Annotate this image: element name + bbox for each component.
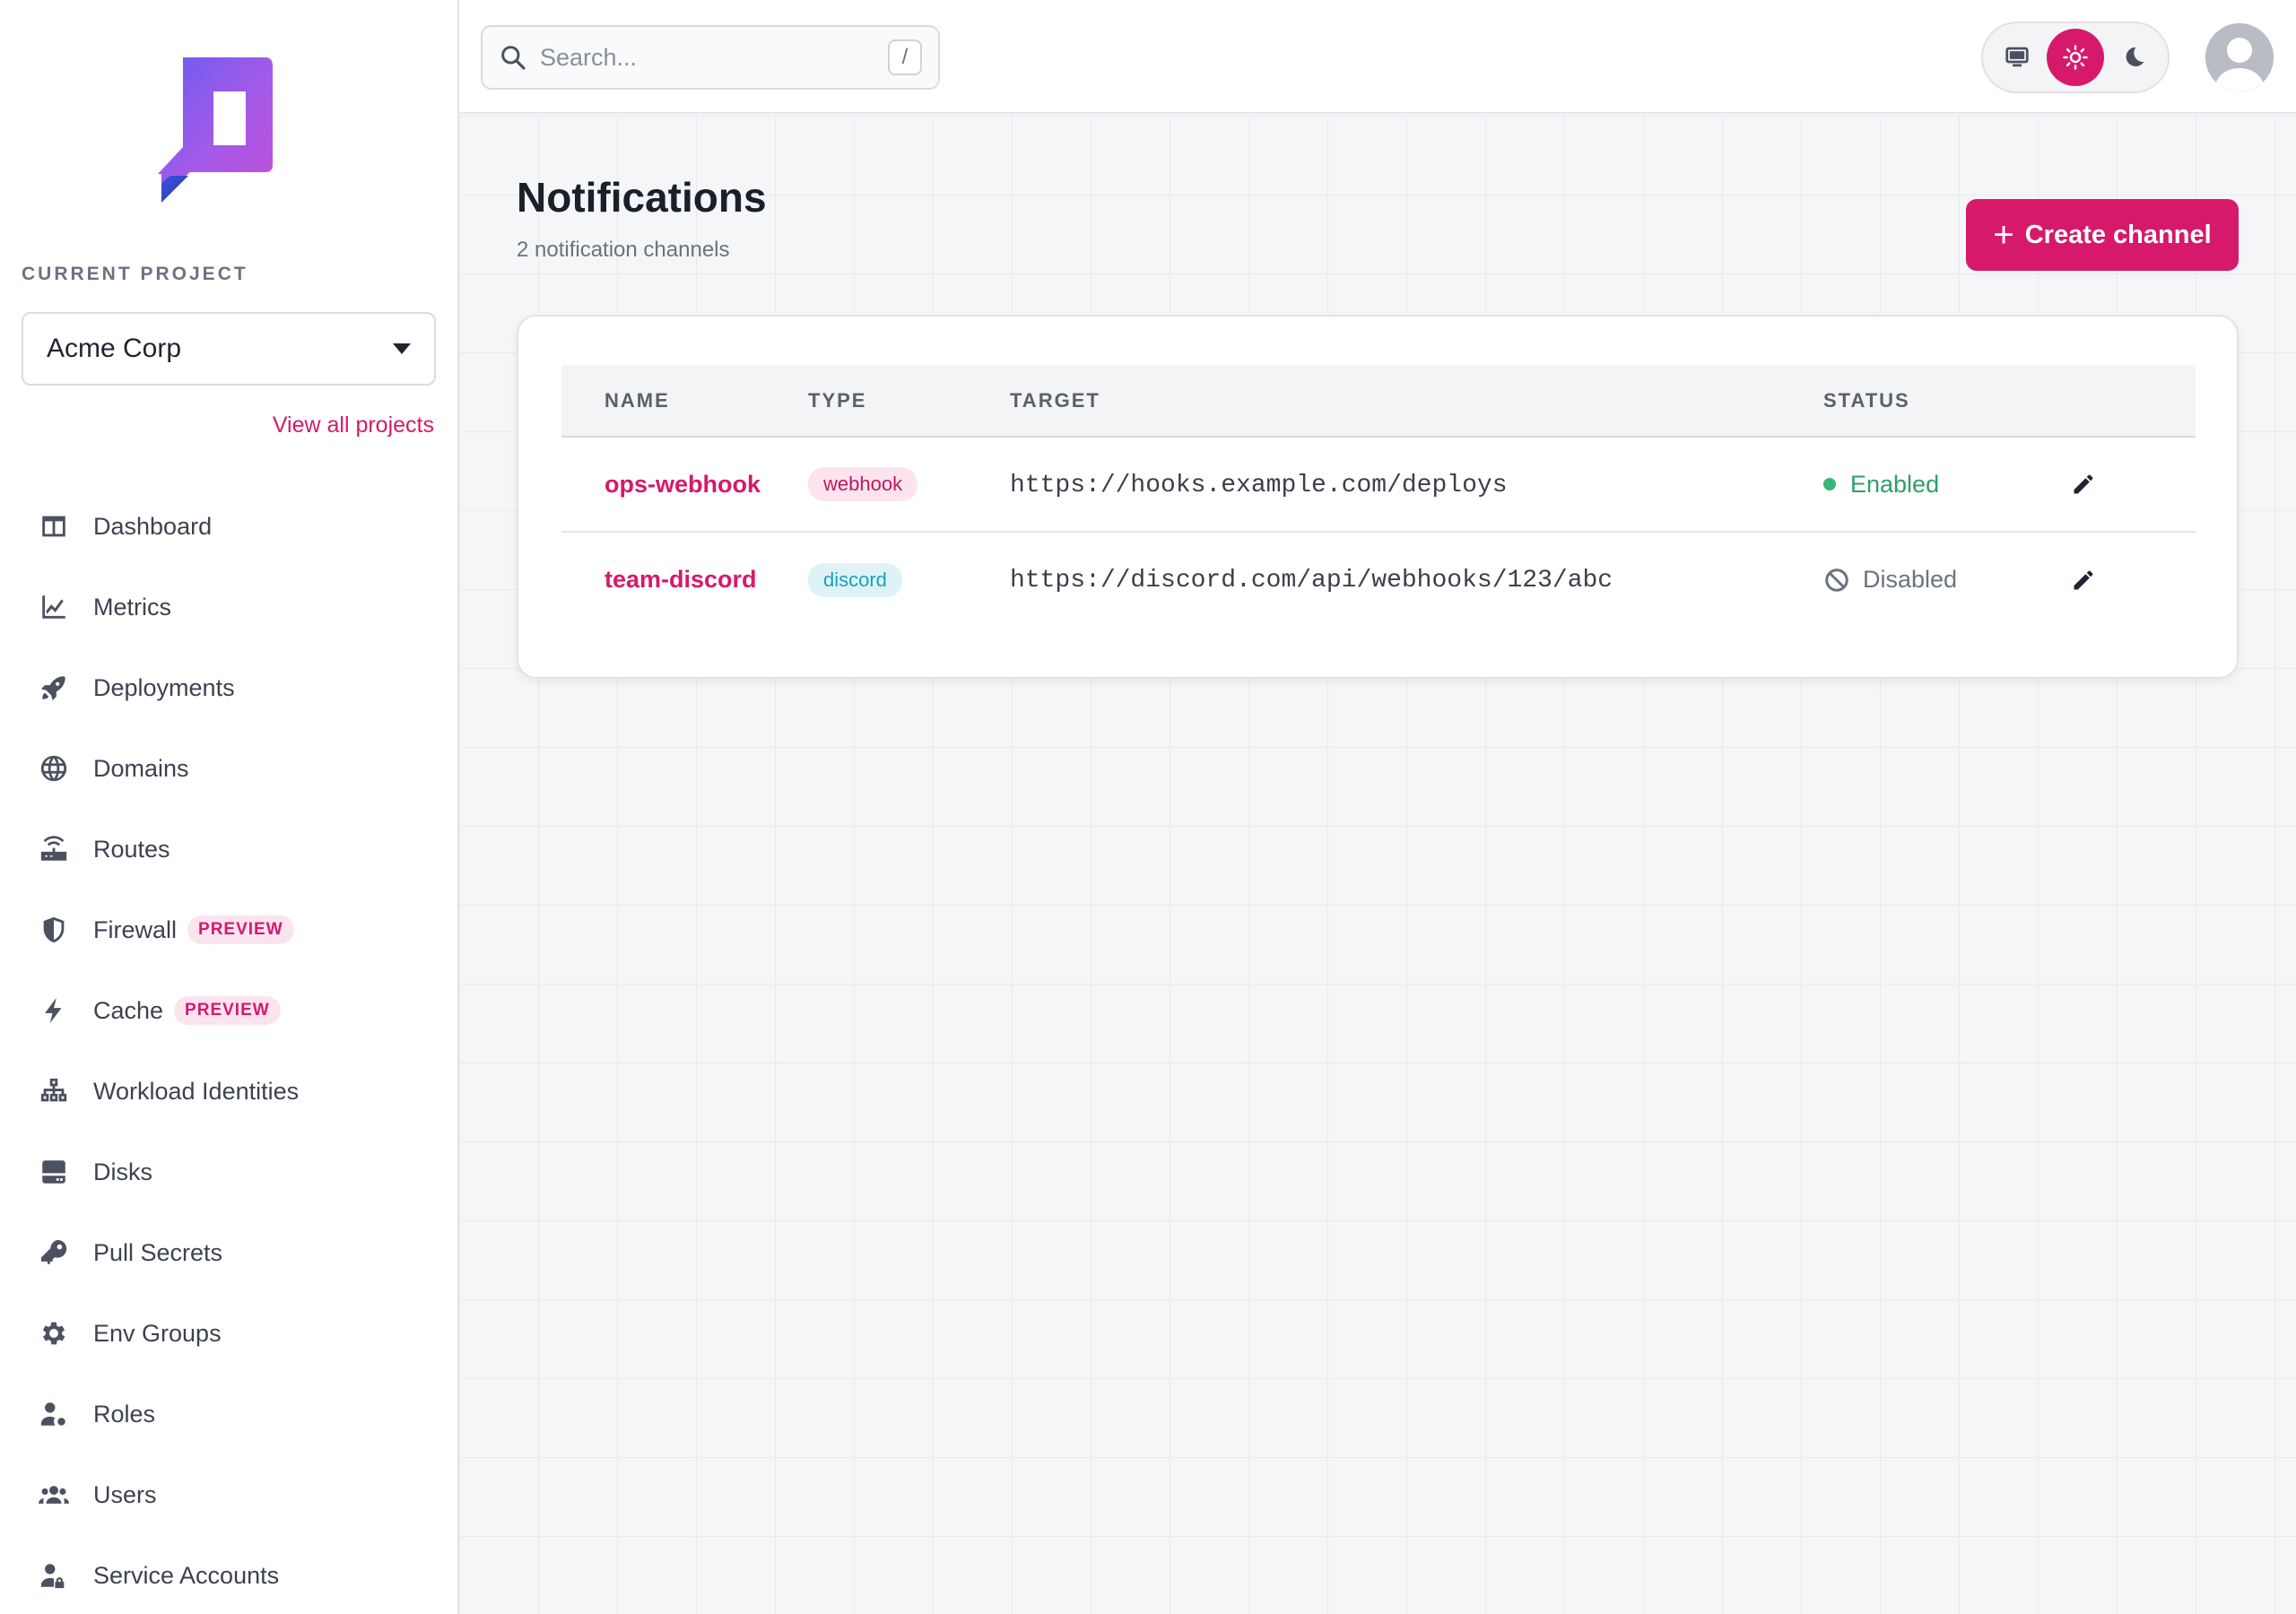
- sidebar-item-workload-identities[interactable]: Workload Identities: [0, 1051, 459, 1132]
- status-indicator: Enabled: [1823, 471, 2066, 499]
- table-row: team-discord discord https://discord.com…: [561, 532, 2196, 627]
- sidebar-item-domains[interactable]: Domains: [0, 728, 459, 809]
- table-row: ops-webhook webhook https://hooks.exampl…: [561, 437, 2196, 533]
- column-header-actions: [2066, 365, 2196, 438]
- avatar[interactable]: [2205, 23, 2274, 91]
- sidebar-item-label: Service Accounts: [93, 1561, 280, 1589]
- edit-button[interactable]: [2066, 562, 2101, 598]
- rocket-icon: [36, 670, 72, 706]
- create-channel-button[interactable]: + Create channel: [1966, 199, 2239, 271]
- sidebar-item-label: Pull Secrets: [93, 1238, 223, 1266]
- sidebar-item-label: Env Groups: [93, 1319, 222, 1347]
- sidebar-item-deployments[interactable]: Deployments: [0, 647, 459, 728]
- status-text: Enabled: [1850, 470, 1940, 498]
- sidebar-item-label: Domains: [93, 754, 189, 782]
- topbar: /: [459, 0, 2296, 114]
- project-select-value: Acme Corp: [47, 334, 182, 363]
- sidebar-item-label: Workload Identities: [93, 1077, 300, 1105]
- pencil-icon: [2074, 474, 2093, 494]
- page-title: Notifications: [517, 174, 767, 221]
- create-channel-label: Create channel: [2024, 220, 2212, 249]
- sidebar-item-label: Deployments: [93, 673, 235, 701]
- user-avatar-icon: [2205, 23, 2274, 91]
- network-icon: [36, 1073, 72, 1109]
- main-content: Notifications 2 notification channels + …: [459, 116, 2296, 1614]
- sidebar-item-metrics[interactable]: Metrics: [0, 567, 459, 647]
- monitor-icon: [2005, 47, 2029, 67]
- theme-dark-button[interactable]: [2105, 29, 2162, 86]
- sidebar-item-users[interactable]: Users: [0, 1454, 459, 1535]
- sidebar-item-disks[interactable]: Disks: [0, 1132, 459, 1212]
- search-shortcut-key: /: [888, 39, 922, 75]
- column-header-name: NAME: [561, 365, 808, 438]
- status-text: Disabled: [1863, 566, 1958, 593]
- sidebar-item-label: Firewall: [93, 915, 178, 943]
- project-select[interactable]: Acme Corp: [22, 312, 436, 386]
- sidebar-item-label: Disks: [93, 1158, 152, 1185]
- sidebar-item-label: Users: [93, 1480, 157, 1508]
- sidebar-item-env-groups[interactable]: Env Groups: [0, 1293, 459, 1374]
- pencil-icon: [2074, 570, 2093, 589]
- globe-icon: [36, 751, 72, 786]
- channels-table: NAME TYPE TARGET STATUS ops-webhook webh…: [561, 365, 2196, 627]
- status-dot-icon: [1823, 478, 1836, 490]
- sidebar-item-pull-secrets[interactable]: Pull Secrets: [0, 1212, 459, 1293]
- column-header-type: TYPE: [808, 365, 1010, 438]
- sun-icon: [2063, 45, 2088, 70]
- channel-target: https://discord.com/api/webhooks/123/abc: [1010, 567, 1613, 594]
- sidebar-item-firewall[interactable]: Firewall PREVIEW: [0, 889, 459, 970]
- router-icon: [36, 831, 72, 867]
- disk-icon: [36, 1154, 72, 1190]
- sidebar-item-service-accounts[interactable]: Service Accounts: [0, 1535, 459, 1614]
- shield-icon: [36, 912, 72, 948]
- theme-switcher: [1981, 22, 2170, 93]
- search-box[interactable]: /: [481, 25, 940, 90]
- channel-target: https://hooks.example.com/deploys: [1010, 471, 1508, 499]
- channel-name-link[interactable]: ops-webhook: [604, 471, 761, 498]
- channels-card: NAME TYPE TARGET STATUS ops-webhook webh…: [517, 315, 2239, 679]
- user-role-icon: [36, 1396, 72, 1432]
- dashboard-icon: [36, 508, 72, 544]
- status-indicator: Disabled: [1823, 566, 2066, 594]
- plus-icon: +: [1993, 215, 2014, 255]
- type-badge: discord: [808, 562, 902, 597]
- search-input[interactable]: [540, 43, 888, 72]
- sidebar-item-cache[interactable]: Cache PREVIEW: [0, 970, 459, 1051]
- sidebar-item-label: Roles: [93, 1400, 156, 1427]
- page-subtitle: 2 notification channels: [517, 238, 730, 262]
- key-icon: [36, 1235, 72, 1271]
- edit-button[interactable]: [2066, 466, 2101, 502]
- sidebar-item-label: Dashboard: [93, 512, 213, 540]
- current-project-label: CURRENT PROJECT: [22, 264, 248, 284]
- table-header-row: NAME TYPE TARGET STATUS: [561, 365, 2196, 438]
- preview-badge: PREVIEW: [187, 915, 294, 944]
- moon-icon: [2126, 47, 2144, 66]
- type-badge: webhook: [808, 467, 918, 501]
- sidebar: CURRENT PROJECT Acme Corp View all proje…: [0, 0, 459, 1614]
- sidebar-item-roles[interactable]: Roles: [0, 1374, 459, 1454]
- app-logo[interactable]: [158, 57, 280, 203]
- sidebar-item-label: Metrics: [93, 593, 171, 620]
- search-icon: [501, 46, 526, 70]
- sidebar-nav: Dashboard Metrics Deployments Domains Ro…: [0, 486, 459, 1614]
- chevron-down-icon: [393, 343, 411, 354]
- sidebar-item-routes[interactable]: Routes: [0, 809, 459, 889]
- sidebar-item-label: Routes: [93, 835, 170, 863]
- chart-line-icon: [36, 589, 72, 625]
- channel-name-link[interactable]: team-discord: [604, 566, 757, 593]
- view-all-projects-link[interactable]: View all projects: [273, 412, 434, 438]
- users-icon: [36, 1477, 72, 1513]
- ban-icon: [1825, 568, 1848, 592]
- preview-badge: PREVIEW: [174, 996, 281, 1025]
- theme-light-button[interactable]: [2047, 29, 2104, 86]
- theme-system-button[interactable]: [1988, 29, 2046, 86]
- column-header-target: TARGET: [1010, 365, 1823, 438]
- sidebar-item-label: Cache: [93, 996, 164, 1024]
- bolt-icon: [36, 993, 72, 1028]
- sidebar-item-dashboard[interactable]: Dashboard: [0, 486, 459, 567]
- column-header-status: STATUS: [1823, 365, 2066, 438]
- gear-icon: [36, 1315, 72, 1351]
- user-lock-icon: [36, 1558, 72, 1593]
